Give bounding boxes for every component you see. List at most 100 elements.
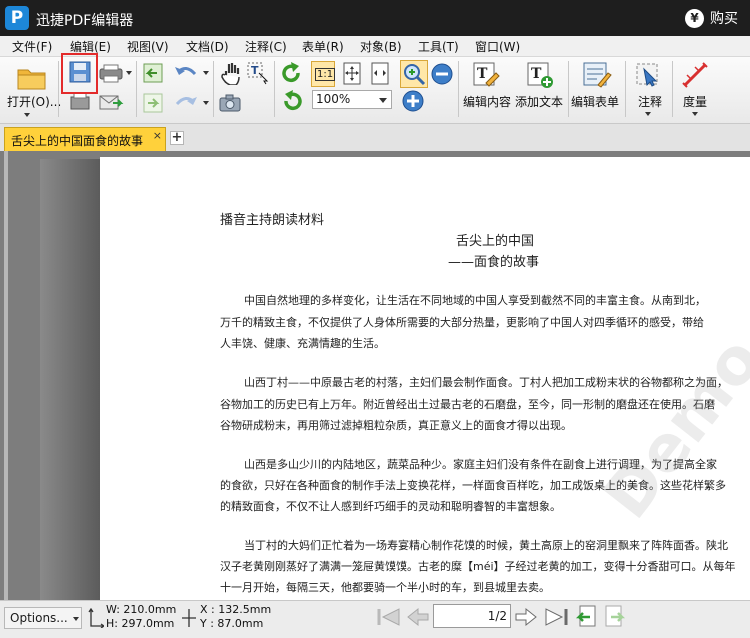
add-text-button[interactable]: 添加文本 bbox=[515, 93, 563, 110]
rotate-ccw-icon bbox=[284, 90, 302, 111]
menu-document[interactable]: 文档(D) bbox=[186, 38, 229, 55]
menu-file[interactable]: 文件(F) bbox=[12, 38, 52, 55]
rotate-cw-button[interactable] bbox=[280, 61, 304, 88]
open-label: 打开(O)... bbox=[7, 95, 62, 109]
print-dropdown-icon[interactable] bbox=[126, 71, 132, 75]
edit-form-icon-wrap[interactable] bbox=[582, 61, 612, 92]
undo-dropdown-icon[interactable] bbox=[203, 71, 209, 75]
menu-object[interactable]: 对象(B) bbox=[360, 38, 402, 55]
document-viewport[interactable]: 播音主持朗读材料 舌尖上的中国 ——面食的故事 中国自然地理的多样变化，让生活在… bbox=[0, 151, 750, 600]
camera-icon bbox=[219, 94, 241, 112]
buy-button[interactable]: ¥ 购买 bbox=[685, 7, 738, 29]
zoom-level-select[interactable]: 100% bbox=[312, 90, 392, 109]
zoom-in-tool-button[interactable] bbox=[400, 60, 428, 88]
doc-line: 十一月开始，每隔三天，他都要骑一个半小时的车，到县城里去卖。 bbox=[220, 581, 550, 594]
print-button[interactable] bbox=[98, 63, 124, 86]
edit-form-button[interactable]: 编辑表单 bbox=[571, 93, 619, 110]
select-text-button[interactable]: T bbox=[246, 61, 270, 88]
menu-tools[interactable]: 工具(T) bbox=[418, 38, 459, 55]
svg-text:T: T bbox=[531, 66, 542, 82]
svg-text:T: T bbox=[477, 66, 488, 82]
measure-button[interactable]: 度量 bbox=[683, 93, 707, 110]
page-height: H: 297.0mm bbox=[106, 617, 175, 630]
folder-icon bbox=[17, 69, 46, 90]
go-back-button[interactable] bbox=[143, 63, 163, 86]
edit-content-icon: T bbox=[473, 62, 500, 87]
doc-line: 汉子老黄刚刚蒸好了满满一笼屉黄馍馍。古老的糜【méi】子经过老黄的加工，变得十分… bbox=[220, 560, 736, 573]
toolbar-separator bbox=[672, 61, 673, 117]
doc-line: 谷物研成粉末，再用筛过滤掉粗粒杂质，真正意义上的面食才得以出现。 bbox=[220, 419, 572, 432]
yen-icon: ¥ bbox=[685, 8, 704, 28]
first-page-icon[interactable] bbox=[375, 605, 403, 629]
measure-icon bbox=[682, 62, 708, 88]
menu-form[interactable]: 表单(R) bbox=[302, 38, 344, 55]
page-number-input[interactable]: 1/2 bbox=[433, 604, 511, 628]
tab-document[interactable]: 舌尖上的中国面食的故事 × bbox=[4, 127, 166, 151]
app-logo-icon: P bbox=[5, 6, 29, 30]
open-dropdown-icon[interactable] bbox=[24, 113, 30, 117]
zoom-out-button[interactable] bbox=[431, 63, 453, 88]
document-tab-bar: 舌尖上的中国面食的故事 × + bbox=[0, 124, 750, 152]
toolbar-separator bbox=[136, 61, 137, 117]
scan-button[interactable] bbox=[68, 91, 92, 118]
add-tab-button[interactable]: + bbox=[170, 131, 184, 145]
measure-dropdown-icon[interactable] bbox=[692, 112, 698, 116]
menu-comment[interactable]: 注释(C) bbox=[245, 38, 287, 55]
hand-tool-button[interactable] bbox=[220, 61, 242, 88]
chevron-down-icon bbox=[379, 98, 387, 103]
toolbar-separator bbox=[458, 61, 459, 117]
next-page-icon[interactable] bbox=[514, 605, 540, 629]
redo-dropdown-icon[interactable] bbox=[203, 101, 209, 105]
zoom-in-button[interactable] bbox=[402, 90, 424, 115]
rotate-ccw-button[interactable] bbox=[280, 89, 304, 116]
page-shadow bbox=[40, 159, 102, 600]
pdf-page[interactable]: 播音主持朗读材料 舌尖上的中国 ——面食的故事 中国自然地理的多样变化，让生活在… bbox=[100, 157, 750, 600]
actual-size-button[interactable]: 1:1 bbox=[311, 61, 336, 87]
magnifier-icon bbox=[404, 64, 426, 86]
svg-text:T: T bbox=[251, 64, 259, 77]
email-button[interactable] bbox=[98, 91, 124, 116]
undo-icon bbox=[175, 67, 197, 76]
rotate-cw-icon bbox=[282, 62, 300, 83]
doc-line: 人丰饶、健康、充满情趣的生活。 bbox=[220, 337, 385, 350]
annotate-button[interactable]: 注释 bbox=[638, 93, 662, 110]
annotate-dropdown-icon[interactable] bbox=[645, 112, 651, 116]
toolbar-separator bbox=[213, 61, 214, 117]
printer-icon bbox=[99, 64, 123, 83]
edit-content-button[interactable]: 编辑内容 bbox=[463, 93, 511, 110]
menu-bar: 文件(F) 编辑(E) 视图(V) 文档(D) 注释(C) 表单(R) 对象(B… bbox=[0, 36, 750, 57]
doc-line: 谷物加工的历史已有上万年。附近曾经出土过最古老的石磨盘，至今，同一形制的磨盘还在… bbox=[220, 398, 715, 411]
previous-page-icon[interactable] bbox=[404, 605, 430, 629]
doc-line: 山西丁村——中原最古老的村落，主妇们最会制作面食。丁村人把加工成粉末状的谷物都称… bbox=[244, 376, 728, 389]
add-text-icon-wrap[interactable]: T bbox=[526, 61, 554, 92]
scan-icon bbox=[70, 92, 90, 110]
measure-icon-wrap[interactable] bbox=[681, 61, 709, 92]
app-title: 迅捷PDF编辑器 bbox=[36, 13, 134, 29]
doc-line: 中国自然地理的多样变化，让生活在不同地域的中国人享受到截然不同的丰富主食。从南到… bbox=[244, 294, 706, 307]
close-icon[interactable]: × bbox=[153, 129, 162, 142]
redo-button[interactable] bbox=[173, 93, 199, 116]
demo-watermark: Demo vers bbox=[590, 184, 750, 533]
last-page-icon[interactable] bbox=[542, 605, 570, 629]
add-text-icon: T bbox=[527, 62, 553, 88]
fit-width-button[interactable] bbox=[368, 61, 392, 90]
fit-page-button[interactable] bbox=[340, 61, 364, 90]
menu-window[interactable]: 窗口(W) bbox=[475, 38, 520, 55]
hand-icon bbox=[221, 63, 240, 86]
annotate-icon-wrap[interactable] bbox=[634, 61, 662, 92]
actual-size-label: 1:1 bbox=[315, 68, 336, 81]
open-button[interactable] bbox=[16, 63, 48, 94]
history-back-icon[interactable] bbox=[575, 604, 599, 632]
options-label: Options... bbox=[10, 611, 68, 625]
edit-content-icon-wrap[interactable]: T bbox=[472, 61, 500, 92]
go-forward-button[interactable] bbox=[143, 93, 163, 116]
doc-line: 万千的精致主食，不仅提供了人身体所需要的大部分热量，更影响了中国人对四季循环的感… bbox=[220, 316, 704, 329]
options-button[interactable]: Options... bbox=[4, 607, 82, 629]
undo-button[interactable] bbox=[173, 63, 199, 86]
snapshot-button[interactable] bbox=[218, 93, 242, 116]
doc-header: 播音主持朗读材料 bbox=[220, 213, 325, 228]
chevron-down-icon bbox=[73, 617, 79, 621]
zoom-level-value: 100% bbox=[316, 92, 351, 106]
history-forward-icon[interactable] bbox=[602, 604, 626, 632]
menu-view[interactable]: 视图(V) bbox=[127, 38, 169, 55]
